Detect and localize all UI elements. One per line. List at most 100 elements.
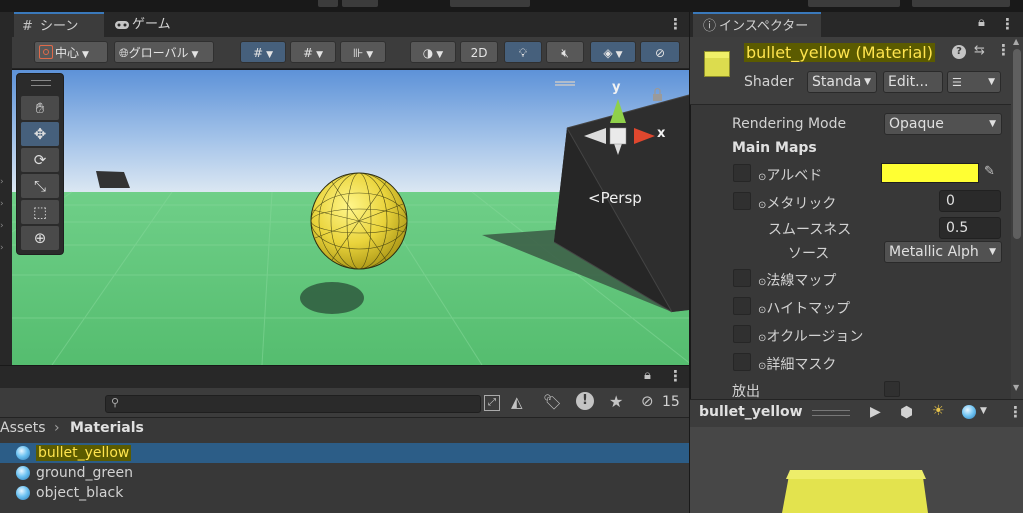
tool-palette: ✋︎ ✥ ⟳ ⤡ ⬚ ⊕ [16, 73, 64, 255]
preview-drag-handle[interactable] [812, 410, 850, 416]
effects-dropdown[interactable]: ◈ ▼ [590, 41, 636, 63]
source-dropdown[interactable]: Metallic Alph ▼ [884, 241, 1002, 263]
occlusion-slot[interactable] [733, 325, 751, 343]
list-item[interactable]: object_black [14, 483, 123, 503]
smoothness-field[interactable]: 0.5 [939, 217, 1001, 239]
scene-menu-icon[interactable]: ⋮ [668, 15, 683, 33]
transform-icon: ⊕ [33, 229, 47, 247]
list-item[interactable]: bullet_yellow [0, 443, 689, 463]
toggle-2d-button[interactable]: 2D [460, 41, 498, 63]
lock-icon[interactable]: 🔒︎ [978, 15, 985, 30]
scroll-down-icon[interactable]: ▼ [1013, 383, 1019, 392]
collapse-arrow-icon: › [0, 221, 4, 231]
preview-sphere-icon[interactable] [962, 405, 976, 419]
audio-toggle[interactable]: 🔇︎ [546, 41, 584, 63]
occlusion-label: ⊙オクルージョン [758, 329, 864, 345]
shader-options-dropdown[interactable]: ☰ ▼ [947, 71, 1001, 93]
star-icon[interactable]: ★ [609, 392, 623, 411]
scrollbar-thumb[interactable] [1013, 49, 1021, 239]
file-name: object_black [36, 485, 124, 501]
chevron-down-icon[interactable]: ▼ [980, 406, 987, 416]
scale-tool-button[interactable]: ⤡ [21, 174, 59, 198]
tab-game[interactable]: ゲーム [106, 12, 196, 37]
material-title: bullet_yellow (Material) [744, 43, 935, 62]
list-icon: ☰ [952, 76, 962, 89]
lock-icon[interactable]: 🔒︎ [644, 368, 651, 383]
scene-visibility-toggle[interactable]: ⊘ [640, 41, 680, 63]
grid-snap-dropdown[interactable]: # ▼ [240, 41, 286, 63]
edit-button-label: Edit... [888, 74, 929, 90]
metallic-field[interactable]: 0 [939, 190, 1001, 212]
draw-mode-dropdown[interactable]: ◑ ▼ [410, 41, 456, 63]
rendering-mode-label: Rendering Mode [732, 116, 847, 132]
projection-label[interactable]: <Persp [588, 189, 642, 207]
tab-scene[interactable]: # シーン [14, 12, 104, 37]
rotate-tool-button[interactable]: ⟳ [21, 148, 59, 172]
chevron-down-icon: ▼ [989, 119, 996, 129]
play-icon[interactable]: ▶ [870, 404, 881, 420]
preset-icon[interactable]: ⇆ [974, 43, 985, 58]
material-preview[interactable] [690, 427, 1023, 513]
project-menu-icon[interactable]: ⋮ [668, 367, 683, 385]
albedo-label: ⊙アルベド [758, 168, 823, 184]
tab-inspector-label: インスペクター [719, 19, 809, 34]
light-icon[interactable]: ☀ [932, 403, 945, 419]
collapse-arrow-icon: › [0, 177, 4, 187]
material-preview-icon [704, 51, 730, 77]
snap-settings-dropdown[interactable]: # ▼ [290, 41, 336, 63]
pivot-dropdown[interactable]: 中心 ▼ [34, 41, 108, 63]
tag-icon[interactable]: 🏷︎ [543, 393, 562, 411]
lighting-toggle[interactable]: 💡︎ [504, 41, 542, 63]
component-menu-icon[interactable]: ⋮ [996, 41, 1011, 59]
inspector-scrollbar[interactable]: ▲ ▼ [1011, 37, 1023, 399]
breadcrumb-materials[interactable]: Materials [70, 418, 144, 438]
collapse-arrow-icon: › [0, 243, 4, 253]
transform-tool-button[interactable]: ⊕ [21, 226, 59, 250]
palette-drag-handle[interactable] [31, 80, 51, 86]
detail-mask-slot[interactable] [733, 353, 751, 371]
smoothness-label: スムースネス [768, 222, 852, 238]
albedo-color-field[interactable] [881, 163, 979, 183]
tab-inspector[interactable]: ⓘ インスペクター [693, 12, 821, 37]
inspector-menu-icon[interactable]: ⋮ [1000, 15, 1015, 33]
search-input[interactable]: ⚲ [105, 395, 481, 413]
preview-menu-icon[interactable]: ⋮ [1008, 403, 1023, 421]
hidden-eye-icon[interactable]: ⊘ [641, 392, 654, 410]
expand-icon[interactable]: ⤢ [484, 395, 500, 411]
eyedropper-icon[interactable]: ✎ [984, 164, 995, 179]
cube-icon[interactable]: ⬢ [900, 403, 913, 421]
emission-checkbox[interactable] [884, 381, 900, 397]
list-item[interactable]: ground_green [14, 463, 133, 483]
albedo-texture-slot[interactable] [733, 164, 751, 182]
rect-tool-button[interactable]: ⬚ [21, 200, 59, 224]
scroll-up-icon[interactable]: ▲ [1013, 37, 1019, 46]
material-sphere-icon [16, 486, 30, 500]
project-tab-bar: 🔒︎ ⋮ [0, 366, 689, 388]
breadcrumb-separator-icon: › [54, 420, 60, 436]
normal-map-slot[interactable] [733, 269, 751, 287]
increment-snap-dropdown[interactable]: ⊪ ▼ [340, 41, 386, 63]
space-dropdown[interactable]: 🌐︎グローバル ▼ [114, 41, 214, 63]
shader-dropdown[interactable]: Standa ▼ [807, 71, 877, 93]
metallic-texture-slot[interactable] [733, 192, 751, 210]
breadcrumb-assets[interactable]: Assets [0, 418, 46, 438]
hand-tool-button[interactable]: ✋︎ [21, 96, 59, 120]
breadcrumb: Assets › Materials [0, 418, 689, 442]
source-label: ソース [788, 246, 830, 262]
material-sphere-icon [16, 466, 30, 480]
move-tool-button[interactable]: ✥ [21, 122, 59, 146]
rendering-mode-dropdown[interactable]: Opaque ▼ [884, 113, 1002, 135]
file-name: ground_green [36, 465, 133, 481]
warning-icon[interactable]: ! [576, 392, 594, 410]
scene-viewport[interactable]: y x <Persp ✋︎ ✥ ⟳ ⤡ ⬚ ⊕ [12, 70, 689, 365]
scene-toolbar: 中心 ▼ 🌐︎グローバル ▼ # ▼ # ▼ ⊪ ▼ ◑ ▼ 2D 💡︎ 🔇︎ ◈ ▼ ⊘ [0, 37, 689, 69]
edit-shader-button[interactable]: Edit... [883, 71, 943, 93]
height-map-slot[interactable] [733, 297, 751, 315]
top-strip [0, 0, 1023, 12]
mode-2d-label: 2D [470, 46, 488, 60]
grid-snap-icon: # [253, 46, 264, 60]
filter-type-icon[interactable]: ◭ [511, 393, 523, 411]
ruler-icon: ⊪ [352, 46, 364, 60]
help-icon[interactable]: ? [952, 45, 966, 59]
chevron-down-icon: ▼ [988, 77, 995, 87]
